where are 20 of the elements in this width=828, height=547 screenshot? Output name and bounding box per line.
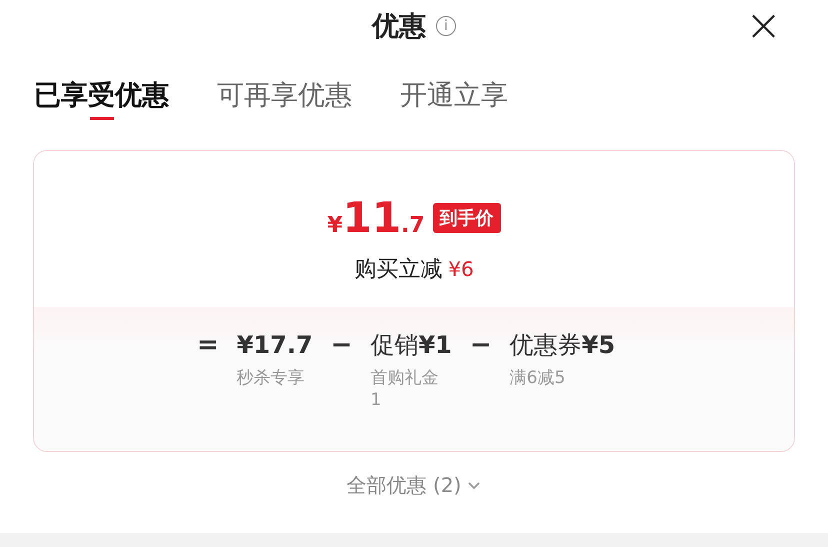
price-badge: 到手价: [432, 202, 501, 232]
tab[interactable]: 开通立享: [400, 76, 508, 120]
info-icon[interactable]: i: [436, 16, 456, 36]
saving-label: 购买立减: [354, 256, 442, 284]
tab[interactable]: 可再享优惠: [217, 76, 352, 120]
operator: =: [196, 329, 219, 362]
price-note: 秒杀专享: [236, 367, 305, 389]
close-button[interactable]: ×: [743, 4, 784, 48]
operator: −: [330, 329, 352, 362]
operator: −: [470, 329, 492, 362]
price-component: 优惠券¥5: [510, 330, 616, 361]
price-note: 首购礼金1: [370, 367, 440, 411]
dialog-title: 优惠: [372, 10, 426, 44]
all-offers-toggle[interactable]: 全部优惠 (2): [346, 472, 462, 499]
final-price: ¥11.7: [327, 193, 425, 242]
saving-amount: ¥6: [448, 257, 474, 281]
price-component: 促销¥1: [370, 330, 452, 361]
price-component: ¥17.7: [236, 330, 313, 361]
chevron-icon[interactable]: [467, 480, 482, 490]
price-note: 满6减5: [510, 367, 566, 389]
